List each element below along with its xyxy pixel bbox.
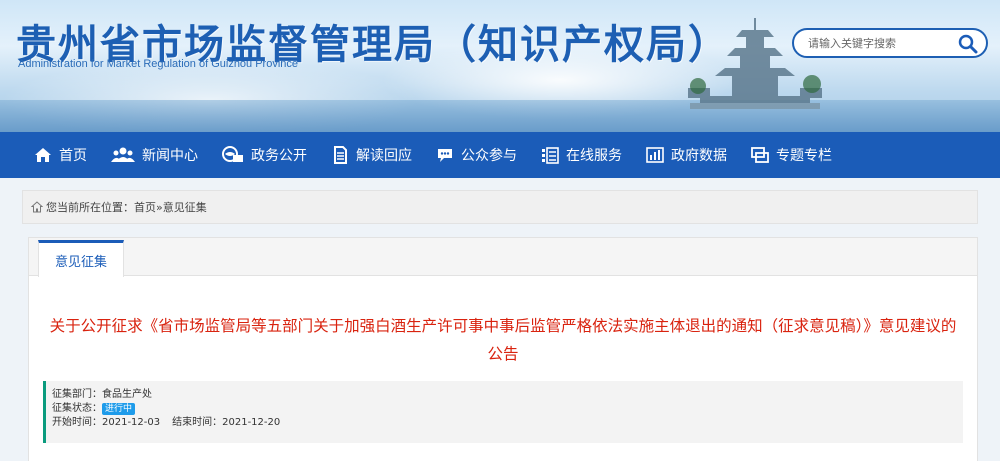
bar-chart-icon <box>646 147 664 163</box>
status-badge: 进行中 <box>102 403 136 415</box>
tab-opinion-collection[interactable]: 意见征集 <box>38 240 124 277</box>
nav-label: 公众参与 <box>461 148 517 164</box>
people-icon <box>111 147 135 162</box>
end-label: 结束时间： <box>172 417 223 428</box>
nav-item-home[interactable]: 首页 <box>34 145 87 165</box>
header-water <box>0 100 1000 132</box>
nav-item-participation[interactable]: 公众参与 <box>436 145 517 165</box>
nav-label: 政府数据 <box>671 148 727 164</box>
nav-item-news[interactable]: 新闻中心 <box>111 145 198 165</box>
list-icon <box>542 147 559 164</box>
info-row-dates: 开始时间：2021-12-03 结束时间：2021-12-20 <box>52 416 963 430</box>
nav-label: 专题专栏 <box>776 148 832 164</box>
nav-label: 新闻中心 <box>142 148 198 164</box>
breadcrumb-prefix: 您当前所在位置： <box>46 201 134 214</box>
collection-info: 征集部门：食品生产处 征集状态： 进行中 开始时间：2021-12-03 结束时间：… <box>43 381 963 443</box>
start-label: 开始时间： <box>52 417 102 428</box>
home-icon <box>35 148 51 162</box>
info-row-dept: 征集部门：食品生产处 <box>52 388 963 402</box>
search-box <box>792 28 988 58</box>
content-panel: 意见征集 关于公开征求《省市场监管局等五部门关于加强白酒生产许可事中事后监管严格… <box>28 237 978 461</box>
nav-item-special-topics[interactable]: 专题专栏 <box>751 145 832 165</box>
nav-item-interpretation[interactable]: 解读回应 <box>331 145 412 165</box>
nav-label: 政务公开 <box>251 148 307 164</box>
status-label: 征集状态： <box>52 403 102 414</box>
window-icon <box>751 147 769 163</box>
nav-label: 在线服务 <box>566 148 622 164</box>
breadcrumb-home-link[interactable]: 首页 <box>134 199 156 215</box>
info-row-status: 征集状态： 进行中 <box>52 402 963 416</box>
nav-item-gov-data[interactable]: 政府数据 <box>646 145 727 165</box>
nav-item-gov-affairs[interactable]: 政务公开 <box>222 145 307 165</box>
pavilion-illustration <box>688 18 822 109</box>
site-subtitle: Administration for Market Regulation of … <box>18 58 299 70</box>
search-icon[interactable] <box>958 34 978 54</box>
dept-value: 食品生产处 <box>102 389 152 400</box>
start-value: 2021-12-03 <box>102 417 161 428</box>
tab-bar: 意见征集 <box>29 238 977 277</box>
chat-icon <box>438 149 452 162</box>
nav-item-online-service[interactable]: 在线服务 <box>541 145 622 165</box>
breadcrumb-current-link[interactable]: 意见征集 <box>163 199 207 215</box>
document-icon <box>334 146 347 164</box>
nav-label: 解读回应 <box>356 148 412 164</box>
breadcrumb: 您当前所在位置： 首页 » 意见征集 <box>22 190 978 224</box>
nav-label: 首页 <box>59 148 87 164</box>
breadcrumb-separator: » <box>156 200 163 214</box>
monitor-icon <box>222 146 243 162</box>
end-value: 2021-12-20 <box>222 417 281 428</box>
main-nav: 首页 新闻中心 政务公开 解读回应 公众参与 在线服务 政府数据 专题专栏 <box>0 132 1000 178</box>
dept-label: 征集部门： <box>52 389 102 400</box>
search-input[interactable] <box>808 35 948 52</box>
site-header: 贵州省市场监督管理局（知识产权局） Administration for Mar… <box>0 0 1000 132</box>
home-outline-icon <box>31 201 43 213</box>
article-title: 关于公开征求《省市场监管局等五部门关于加强白酒生产许可事中事后监管严格依法实施主… <box>49 317 957 363</box>
